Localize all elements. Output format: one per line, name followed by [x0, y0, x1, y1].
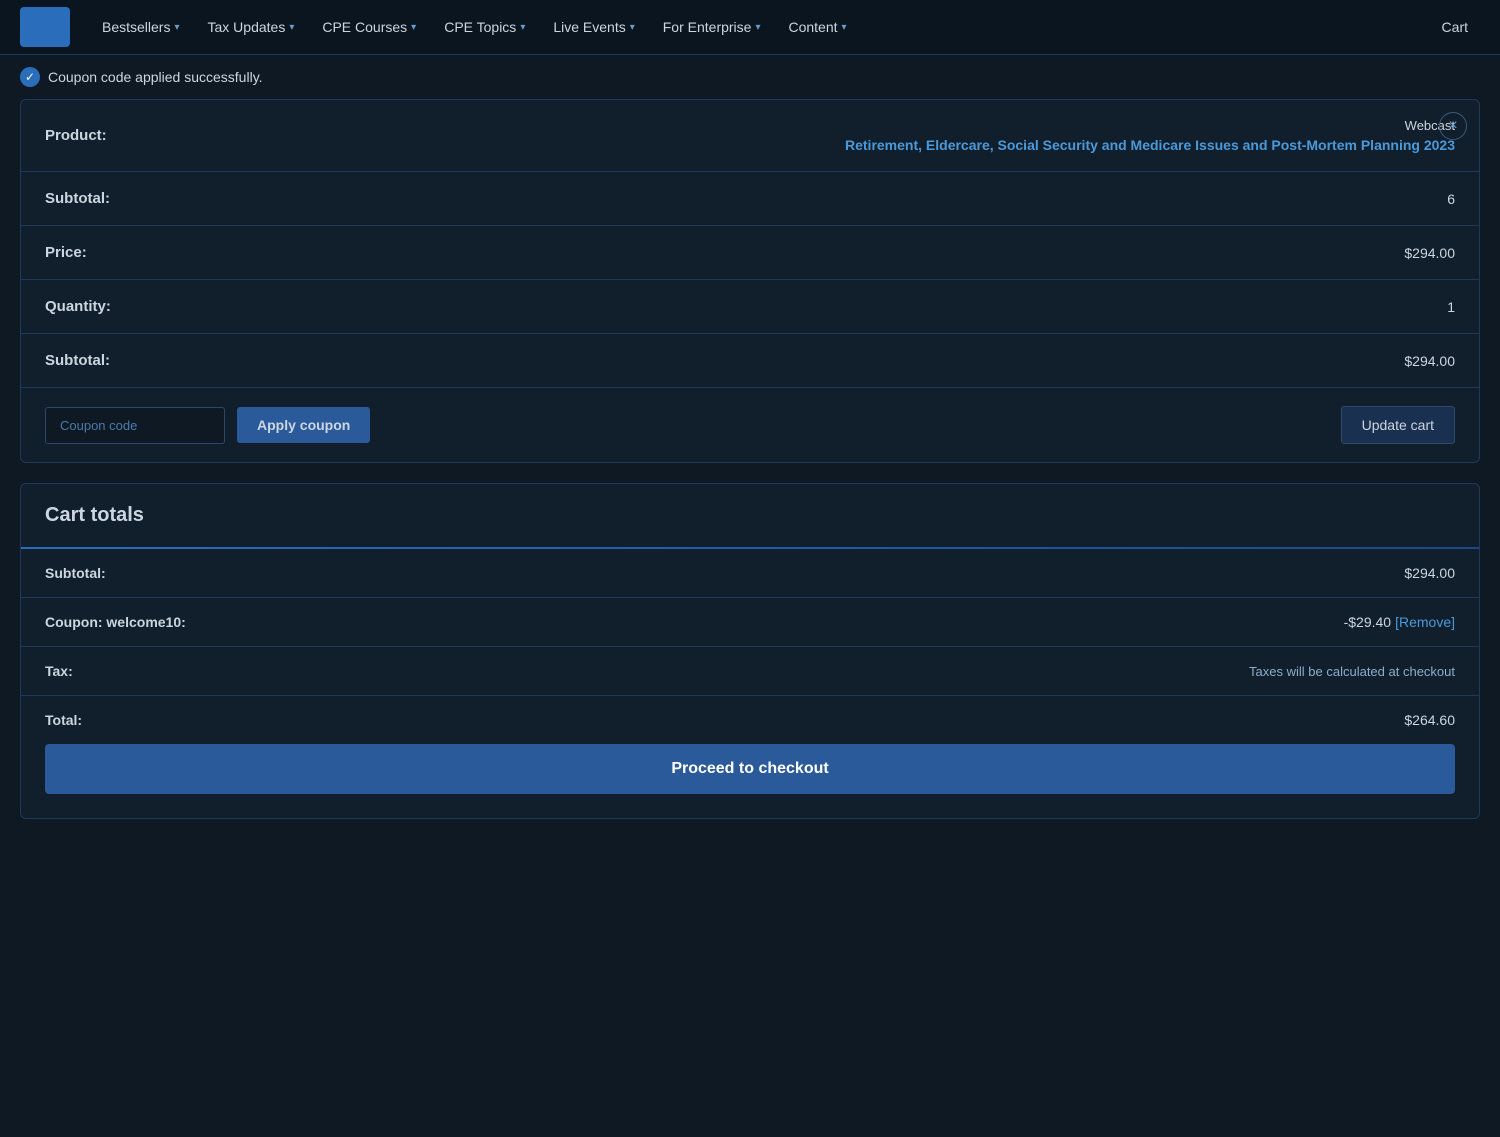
price-row: Price: $294.00 — [21, 226, 1479, 280]
totals-total-label: Total: — [45, 712, 82, 728]
chevron-down-icon: ▾ — [630, 22, 635, 33]
totals-coupon-value: -$29.40[Remove] — [1344, 614, 1455, 630]
coupon-success-message: Coupon code applied successfully. — [48, 69, 263, 85]
chevron-down-icon: ▾ — [755, 22, 760, 33]
nav-items: Bestsellers ▾ Tax Updates ▾ CPE Courses … — [90, 11, 1430, 43]
remove-coupon-link[interactable]: [Remove] — [1395, 614, 1455, 630]
totals-total-value: $264.60 — [1404, 712, 1455, 728]
nav-label-content: Content — [788, 19, 837, 35]
totals-tax-note: Taxes will be calculated at checkout — [1249, 664, 1455, 679]
cart-label: Cart — [1442, 19, 1468, 35]
cart-nav-item[interactable]: Cart — [1430, 11, 1480, 43]
subtotal-row: Subtotal: $294.00 — [21, 334, 1479, 388]
price-value: $294.00 — [1404, 245, 1455, 261]
site-logo[interactable] — [20, 7, 70, 47]
nav-label-cpe-topics: CPE Topics — [444, 19, 516, 35]
product-row: Product: Webcast Retirement, Eldercare, … — [21, 100, 1479, 172]
nav-item-tax-updates[interactable]: Tax Updates ▾ — [196, 11, 307, 43]
nav-label-tax-updates: Tax Updates — [208, 19, 286, 35]
nav-item-content[interactable]: Content ▾ — [776, 11, 858, 43]
main-content: × Product: Webcast Retirement, Eldercare… — [0, 99, 1500, 839]
close-button[interactable]: × — [1439, 112, 1467, 140]
nav-item-cpe-topics[interactable]: CPE Topics ▾ — [432, 11, 537, 43]
cart-table: × Product: Webcast Retirement, Eldercare… — [20, 99, 1480, 463]
product-label: Product: — [45, 127, 107, 144]
quantity-value: 1 — [1447, 299, 1455, 315]
nav-item-live-events[interactable]: Live Events ▾ — [541, 11, 646, 43]
product-name: Retirement, Eldercare, Social Security a… — [845, 137, 1455, 153]
price-label: Price: — [45, 244, 87, 261]
nav-label-live-events: Live Events — [553, 19, 625, 35]
totals-total-row: Total: $264.60 — [21, 696, 1479, 744]
coupon-code-input[interactable] — [45, 407, 225, 444]
navbar: Bestsellers ▾ Tax Updates ▾ CPE Courses … — [0, 0, 1500, 55]
quantity-label: Quantity: — [45, 298, 111, 315]
coupon-discount-amount: -$29.40 — [1344, 614, 1391, 630]
product-right: Webcast Retirement, Eldercare, Social Se… — [845, 118, 1455, 153]
proceed-to-checkout-button[interactable]: Proceed to checkout — [45, 744, 1455, 794]
subtotal-short-label: Subtotal: — [45, 190, 110, 207]
coupon-success-banner: ✓ Coupon code applied successfully. — [0, 55, 1500, 99]
nav-item-bestsellers[interactable]: Bestsellers ▾ — [90, 11, 192, 43]
cart-totals-heading: Cart totals — [21, 484, 1479, 547]
chevron-down-icon: ▾ — [842, 22, 847, 33]
nav-label-cpe-courses: CPE Courses — [322, 19, 407, 35]
chevron-down-icon: ▾ — [520, 22, 525, 33]
subtotal-label: Subtotal: — [45, 352, 110, 369]
apply-coupon-button[interactable]: Apply coupon — [237, 407, 370, 443]
totals-coupon-label: Coupon: welcome10: — [45, 614, 186, 630]
nav-label-for-enterprise: For Enterprise — [663, 19, 752, 35]
totals-tax-row: Tax: Taxes will be calculated at checkou… — [21, 647, 1479, 696]
nav-item-cpe-courses[interactable]: CPE Courses ▾ — [310, 11, 428, 43]
cart-totals-section: Cart totals Subtotal: $294.00 Coupon: we… — [20, 483, 1480, 819]
coupon-row: Apply coupon Update cart — [21, 388, 1479, 462]
subtotal-short-value: 6 — [1447, 191, 1455, 207]
totals-subtotal-row: Subtotal: $294.00 — [21, 549, 1479, 598]
chevron-down-icon: ▾ — [174, 22, 179, 33]
subtotal-value: $294.00 — [1404, 353, 1455, 369]
quantity-row: Quantity: 1 — [21, 280, 1479, 334]
totals-subtotal-label: Subtotal: — [45, 565, 106, 581]
nav-item-for-enterprise[interactable]: For Enterprise ▾ — [651, 11, 773, 43]
totals-subtotal-value: $294.00 — [1404, 565, 1455, 581]
chevron-down-icon: ▾ — [411, 22, 416, 33]
totals-coupon-row: Coupon: welcome10: -$29.40[Remove] — [21, 598, 1479, 647]
check-icon: ✓ — [20, 67, 40, 87]
totals-tax-label: Tax: — [45, 663, 73, 679]
nav-label-bestsellers: Bestsellers — [102, 19, 170, 35]
update-cart-button[interactable]: Update cart — [1341, 406, 1455, 444]
chevron-down-icon: ▾ — [289, 22, 294, 33]
subtotal-short-row: Subtotal: 6 — [21, 172, 1479, 226]
